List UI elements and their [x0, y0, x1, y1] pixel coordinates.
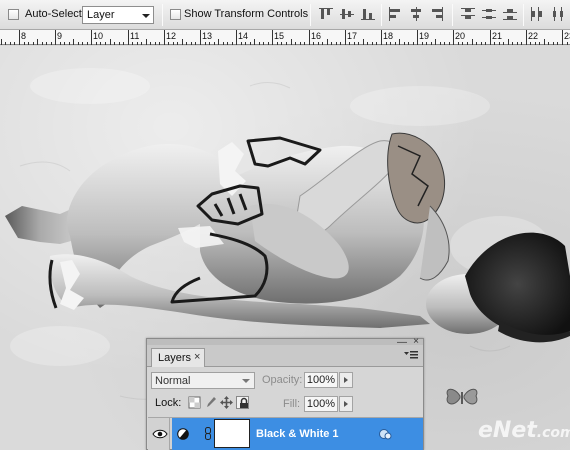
align-vertical-centers-icon[interactable]: [339, 6, 355, 22]
panel-menu-icon[interactable]: [403, 349, 419, 363]
distribute-left-icon[interactable]: [529, 6, 545, 22]
chevron-down-icon: [242, 379, 250, 383]
lock-image-pixels-icon[interactable]: [204, 396, 217, 409]
layer-effects-icon[interactable]: [378, 428, 392, 440]
distribute-vertical-centers-icon[interactable]: [481, 6, 497, 22]
layers-panel: — × Layers × Normal Opacity: 100% Lock: …: [146, 336, 424, 450]
watermark-brand: eNet: [478, 418, 537, 443]
align-horizontal-centers-icon[interactable]: [408, 6, 424, 22]
fill-label: Fill:: [283, 398, 301, 410]
auto-select-target-value: Layer: [87, 9, 115, 21]
ruler-label: 9: [57, 31, 63, 41]
distribute-horizontal-centers-icon[interactable]: [550, 6, 566, 22]
ruler-label: 15: [274, 31, 285, 41]
chevron-right-icon: [344, 377, 348, 383]
layer-visibility-toggle[interactable]: [148, 418, 170, 450]
lock-label: Lock:: [155, 397, 182, 409]
ruler-ticks: [1, 30, 568, 45]
tab-layers[interactable]: Layers ×: [151, 348, 205, 367]
ruler-label: 21: [492, 31, 503, 41]
chevron-right-icon: [344, 401, 348, 407]
opacity-label: Opacity:: [262, 374, 303, 386]
blend-mode-dropdown[interactable]: Normal: [151, 372, 255, 389]
align-left-edges-icon[interactable]: [387, 6, 403, 22]
layer-name[interactable]: Black & White 1: [256, 428, 339, 440]
site-watermark-logo: eNet.com.cn: [478, 418, 570, 443]
show-transform-label: Show Transform Controls: [184, 8, 309, 20]
ruler-label: 19: [419, 31, 430, 41]
show-transform-checkbox[interactable]: [170, 9, 181, 20]
ruler-label: 14: [238, 31, 249, 41]
watermark-domain: .com.cn: [536, 425, 570, 441]
lock-all-icon[interactable]: [236, 396, 249, 409]
options-bar: Auto-Select: Layer Show Transform Contro…: [0, 0, 570, 30]
ruler-label: 8: [21, 31, 27, 41]
blend-mode-value: Normal: [155, 375, 191, 387]
layer-mask-thumbnail[interactable]: [214, 419, 250, 448]
align-top-edges-icon[interactable]: [318, 6, 334, 22]
align-right-edges-icon[interactable]: [429, 6, 445, 22]
toolbar-divider: [162, 4, 163, 26]
layer-row[interactable]: Black & White 1: [148, 417, 423, 450]
horizontal-ruler[interactable]: 8 9 10 11 12 13 14 15 16 17 18 19 20 21 22 23: [0, 30, 570, 45]
chevron-down-icon: [142, 14, 150, 18]
ruler-label: 20: [455, 31, 466, 41]
ruler-label: 18: [383, 31, 394, 41]
ruler-label: 22: [528, 31, 539, 41]
tab-close-icon[interactable]: ×: [194, 351, 200, 363]
lock-transparent-pixels-icon[interactable]: [188, 396, 201, 409]
tab-layers-label: Layers: [158, 352, 192, 364]
toolbar-divider: [523, 4, 524, 26]
auto-select-target-dropdown[interactable]: Layer: [82, 6, 154, 24]
ruler-label: 13: [202, 31, 213, 41]
ruler-label: 12: [166, 31, 177, 41]
toolbar-divider: [452, 4, 453, 26]
toolbar-divider: [381, 4, 382, 26]
opacity-field[interactable]: 100%: [304, 372, 338, 388]
ruler-label: 10: [93, 31, 104, 41]
ruler-label: 17: [347, 31, 358, 41]
fill-slider-button[interactable]: [339, 396, 353, 412]
butterfly-graphic: [446, 388, 478, 405]
eye-icon: [152, 429, 168, 439]
auto-select-checkbox[interactable]: [8, 9, 19, 20]
distribute-top-icon[interactable]: [460, 6, 476, 22]
distribute-bottom-icon[interactable]: [502, 6, 518, 22]
toolbar-divider: [310, 4, 311, 26]
auto-select-label: Auto-Select:: [25, 8, 85, 20]
black-white-adjustment-icon: [177, 428, 189, 440]
ruler-label: 23: [564, 31, 570, 41]
panel-tab-bar: Layers ×: [147, 345, 423, 367]
ruler-label: 16: [311, 31, 322, 41]
chain-link-icon[interactable]: [205, 427, 211, 440]
fill-field[interactable]: 100%: [304, 396, 338, 412]
align-bottom-edges-icon[interactable]: [360, 6, 376, 22]
ruler-label: 11: [130, 31, 140, 41]
lock-position-icon[interactable]: [220, 396, 233, 409]
opacity-slider-button[interactable]: [339, 372, 353, 388]
